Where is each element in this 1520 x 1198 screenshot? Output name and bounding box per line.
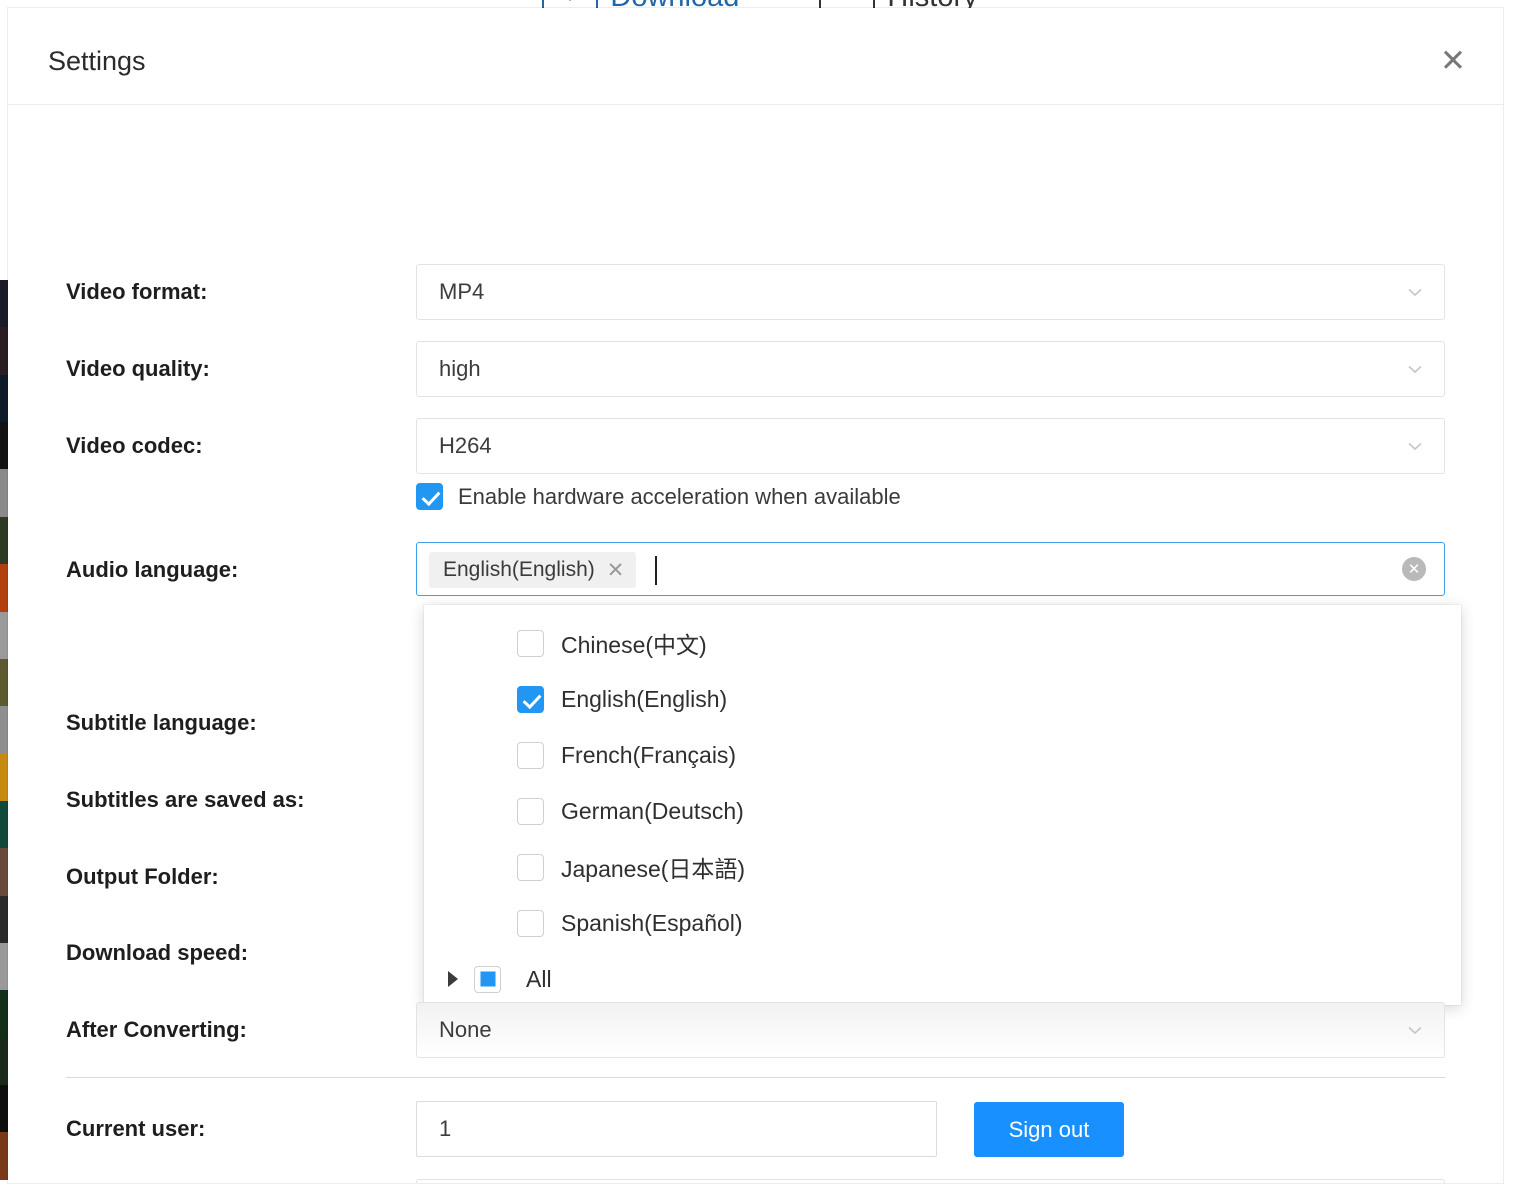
chevron-down-icon bbox=[1406, 360, 1424, 378]
settings-dialog: Settings ✕ Video format: MP4 Video quali… bbox=[8, 8, 1503, 1183]
video-format-select[interactable]: MP4 bbox=[416, 264, 1445, 320]
row-subtitles-saved-as: Subtitles are saved as: bbox=[8, 772, 1503, 828]
sign-out-button[interactable]: Sign out bbox=[974, 1102, 1124, 1157]
label-current-user: Current user: bbox=[66, 1101, 205, 1157]
audio-language-multiselect[interactable]: English(English) ✕ ✕ bbox=[416, 542, 1445, 596]
label-download-speed: Download speed: bbox=[66, 925, 248, 981]
row-download-speed: Download speed: bbox=[8, 925, 1503, 981]
close-small-icon[interactable]: ✕ bbox=[607, 558, 625, 583]
section-divider bbox=[66, 1077, 1445, 1078]
label-video-quality: Video quality: bbox=[66, 341, 210, 397]
audio-language-tag-label: English(English) bbox=[443, 558, 595, 582]
after-converting-value: None bbox=[439, 1003, 492, 1057]
video-format-value: MP4 bbox=[439, 265, 484, 319]
label-language: Language: bbox=[66, 1179, 177, 1183]
hardware-acceleration-row[interactable]: Enable hardware acceleration when availa… bbox=[416, 483, 901, 510]
language-select[interactable]: English bbox=[416, 1179, 1445, 1183]
language-value: English bbox=[439, 1180, 511, 1183]
chevron-down-icon bbox=[1406, 283, 1424, 301]
dialog-header: Settings ✕ bbox=[8, 8, 1503, 105]
label-video-codec: Video codec: bbox=[66, 418, 203, 474]
text-caret bbox=[655, 556, 657, 585]
label-subtitle-language: Subtitle language: bbox=[66, 695, 257, 751]
label-video-format: Video format: bbox=[66, 264, 207, 320]
chevron-down-icon bbox=[1406, 1021, 1424, 1039]
row-video-quality: Video quality: high bbox=[8, 341, 1503, 397]
option-label: Chinese(中文) bbox=[561, 626, 707, 660]
current-user-input[interactable]: 1 bbox=[416, 1101, 937, 1157]
row-video-codec: Video codec: H264 bbox=[8, 418, 1503, 474]
video-quality-select[interactable]: high bbox=[416, 341, 1445, 397]
label-subtitles-saved-as: Subtitles are saved as: bbox=[66, 772, 304, 828]
after-converting-select[interactable]: None bbox=[416, 1002, 1445, 1058]
row-video-format: Video format: MP4 bbox=[8, 264, 1503, 320]
page-title: Settings bbox=[48, 46, 146, 77]
dropdown-option-chinese[interactable]: Chinese(中文) bbox=[424, 615, 1461, 671]
row-subtitle-language: Subtitle language: bbox=[8, 695, 1503, 751]
chevron-down-icon bbox=[1406, 437, 1424, 455]
label-output-folder: Output Folder: bbox=[66, 849, 219, 905]
hardware-acceleration-checkbox[interactable] bbox=[416, 483, 443, 510]
current-user-value: 1 bbox=[439, 1102, 451, 1156]
option-checkbox[interactable] bbox=[517, 630, 544, 657]
row-output-folder: Output Folder: bbox=[8, 849, 1503, 905]
video-codec-value: H264 bbox=[439, 419, 492, 473]
hardware-acceleration-label: Enable hardware acceleration when availa… bbox=[458, 484, 901, 510]
label-after-converting: After Converting: bbox=[66, 1002, 247, 1058]
audio-language-tag: English(English) ✕ bbox=[429, 552, 636, 588]
row-after-converting: After Converting: None bbox=[8, 1002, 1503, 1058]
close-icon[interactable]: ✕ bbox=[1431, 38, 1475, 82]
video-quality-value: high bbox=[439, 342, 481, 396]
video-codec-select[interactable]: H264 bbox=[416, 418, 1445, 474]
row-language: Language: English bbox=[8, 1179, 1503, 1183]
label-audio-language: Audio language: bbox=[66, 542, 238, 598]
clear-circle-icon[interactable]: ✕ bbox=[1402, 557, 1426, 581]
